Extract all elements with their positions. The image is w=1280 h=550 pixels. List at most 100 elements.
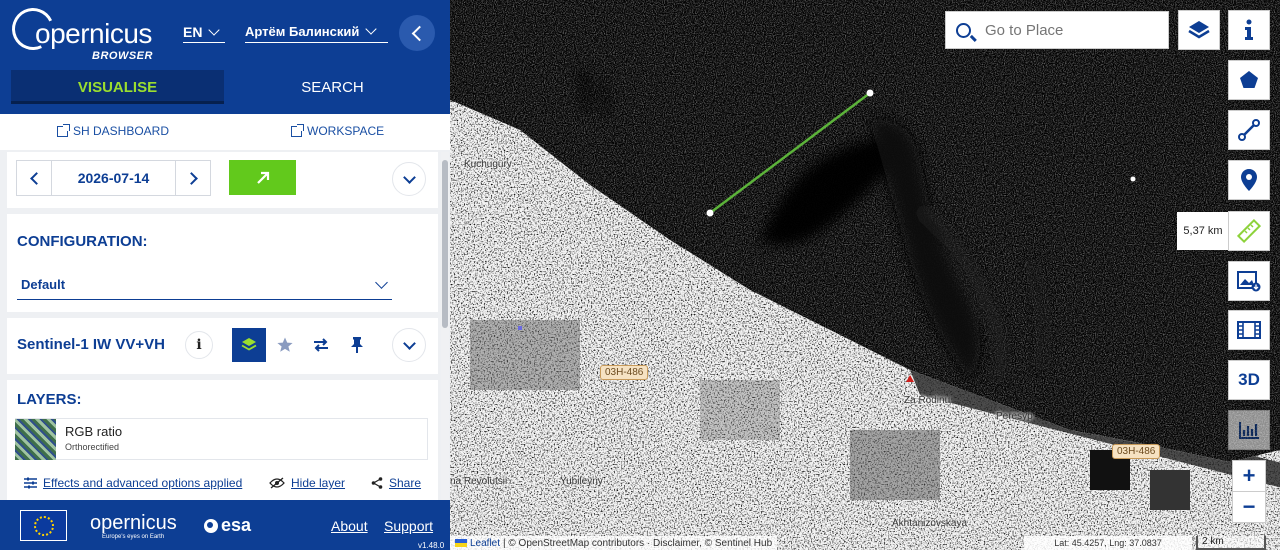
- user-menu[interactable]: Артём Балинский: [245, 23, 378, 39]
- statistics-button[interactable]: [1229, 411, 1269, 449]
- configuration-select[interactable]: Default: [17, 274, 392, 300]
- measure-button[interactable]: [1229, 212, 1269, 250]
- language-selector[interactable]: EN: [183, 24, 221, 40]
- external-link-icon: [291, 123, 304, 137]
- map-view[interactable]: Kuchugury Za Rodinu Peresyp na Revolutsi…: [450, 0, 1280, 550]
- layer-subtitle: Orthorectified: [65, 442, 120, 452]
- map-scale-bar: 2 km: [1196, 536, 1266, 550]
- image-download-icon: [1237, 271, 1261, 292]
- sidebar-scroll-thumb[interactable]: [442, 160, 448, 328]
- chevron-right-icon: [184, 171, 198, 185]
- chevron-left-icon: [411, 25, 428, 41]
- layer-item-rgb-ratio[interactable]: RGB ratio Orthorectified: [15, 418, 428, 460]
- date-input[interactable]: 2026-07-14: [51, 160, 176, 196]
- expand-dataset-button[interactable]: [392, 328, 426, 362]
- share-link[interactable]: Share: [371, 476, 421, 490]
- chevron-down-icon: [365, 23, 378, 35]
- go-to-place-search[interactable]: [945, 11, 1169, 49]
- chevron-down-icon: [402, 336, 416, 350]
- user-underline: [245, 42, 388, 43]
- configuration-card: CONFIGURATION: Default: [7, 214, 438, 312]
- tab-visualise[interactable]: VISUALISE: [11, 70, 224, 104]
- favorite-button[interactable]: [268, 328, 302, 362]
- compare-button[interactable]: [304, 328, 338, 362]
- ruler-icon: [1237, 219, 1261, 243]
- place-label-za-rodinu: Za Rodinu: [904, 395, 951, 406]
- measure-point-start[interactable]: [706, 209, 714, 217]
- info-icon: i: [196, 337, 202, 353]
- zoom-out-button[interactable]: −: [1233, 492, 1265, 522]
- layers-title: LAYERS:: [17, 391, 82, 408]
- timelapse-button[interactable]: [1229, 311, 1269, 349]
- poi-square-icon: [518, 326, 522, 330]
- configuration-value: Default: [21, 277, 66, 292]
- dataset-info-button[interactable]: i: [185, 331, 213, 359]
- sh-dashboard-link[interactable]: SH DASHBOARD: [57, 123, 169, 138]
- hide-layer-label: Hide layer: [291, 476, 346, 490]
- date-picker-card: 2026-07-14: [7, 152, 438, 208]
- map-marker-dot: [1130, 176, 1136, 182]
- date-value: 2026-07-14: [77, 170, 150, 186]
- polygon-icon: [1240, 71, 1258, 88]
- esa-logo: esa: [204, 515, 251, 536]
- 3d-icon: 3D: [1238, 370, 1260, 389]
- 3d-view-button[interactable]: 3D: [1229, 361, 1269, 399]
- chevron-down-icon: [208, 24, 221, 36]
- copernicus-browser-logo[interactable]: opernicus BROWSER: [6, 2, 162, 64]
- film-icon: [1237, 321, 1261, 339]
- image-download-button[interactable]: [1229, 262, 1269, 300]
- app-root: opernicus BROWSER EN Артём Балинский VIS…: [0, 0, 1280, 550]
- language-label: EN: [183, 24, 203, 40]
- line-icon: [1238, 119, 1260, 141]
- place-label-yubileyny: Yubileyny: [560, 476, 603, 487]
- swap-icon: [314, 338, 328, 352]
- eu-flag-logo: [20, 510, 67, 541]
- place-label-kuchugury: Kuchugury: [464, 159, 512, 170]
- layers-card: LAYERS: RGB ratio Orthorectified: [7, 380, 438, 470]
- layers-icon: [1188, 21, 1210, 39]
- zoom-in-button[interactable]: +: [1233, 461, 1265, 491]
- previous-date-button[interactable]: [16, 160, 52, 196]
- layer-name: RGB ratio: [65, 424, 123, 439]
- info-button[interactable]: [1229, 11, 1269, 49]
- language-underline: [183, 42, 225, 43]
- hide-layer-link[interactable]: Hide layer: [269, 476, 345, 490]
- layers-toggle-button[interactable]: [232, 328, 266, 362]
- share-label: Share: [389, 476, 422, 490]
- esa-text: esa: [221, 515, 252, 535]
- place-label-peresyp: Peresyp: [996, 411, 1033, 422]
- layer-thumbnail: [15, 419, 56, 460]
- search-icon: [956, 22, 971, 38]
- dashboard-links-row: SH DASHBOARD WORKSPACE: [0, 114, 450, 150]
- leaflet-link[interactable]: Leaflet: [470, 538, 500, 549]
- search-date-button[interactable]: [229, 160, 296, 195]
- copernicus-footer-tagline: Europe's eyes on Earth: [102, 534, 165, 540]
- layers-switcher-button[interactable]: [1179, 11, 1219, 49]
- draw-polygon-button[interactable]: [1229, 61, 1269, 99]
- place-label-revolutsii: na Revolutsii: [450, 476, 508, 487]
- chevron-left-icon: [29, 171, 43, 185]
- collapse-sidebar-button[interactable]: [399, 15, 435, 51]
- eu-stars-icon: [33, 515, 54, 536]
- expand-date-button[interactable]: [392, 162, 426, 196]
- share-icon: [371, 477, 383, 489]
- effects-options-link[interactable]: Effects and advanced options applied: [24, 476, 242, 490]
- measure-point-end[interactable]: [866, 89, 874, 97]
- search-input[interactable]: [985, 21, 1155, 39]
- draw-line-button[interactable]: [1229, 111, 1269, 149]
- tab-search[interactable]: SEARCH: [230, 70, 435, 104]
- workspace-link[interactable]: WORKSPACE: [291, 123, 384, 138]
- satellite-imagery: [450, 0, 1280, 550]
- support-link[interactable]: Support: [384, 518, 433, 534]
- star-icon: [277, 337, 293, 352]
- about-link[interactable]: About: [331, 518, 368, 534]
- pin-button[interactable]: [340, 328, 374, 362]
- map-pin-icon: [1241, 169, 1257, 191]
- attribution-text: | © OpenStreetMap contributors · Disclai…: [503, 537, 773, 549]
- place-marker-button[interactable]: [1229, 161, 1269, 199]
- next-date-button[interactable]: [175, 160, 211, 196]
- map-attribution: Leaflet | © OpenStreetMap contributors ·…: [450, 536, 778, 550]
- ukraine-flag-icon: [455, 539, 467, 547]
- measure-distance-label: 5,37 km: [1177, 212, 1229, 250]
- layers-icon: [241, 338, 257, 351]
